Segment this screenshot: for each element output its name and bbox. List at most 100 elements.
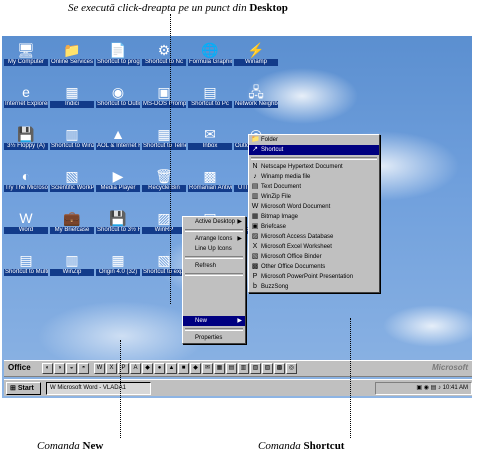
desktop-icon[interactable]: ▥Shortcut to Winzip	[50, 124, 94, 164]
desktop-icon[interactable]: ▣ MS-DOS Prompt	[142, 82, 186, 122]
tray-icons[interactable]: ▣ ◉ ▤ ♪	[416, 385, 442, 391]
office-bar-button-icon[interactable]: ▲	[166, 363, 177, 374]
desktop-icon[interactable]: ▧Shortcut to explorer	[142, 250, 186, 290]
submenu-item[interactable]: 📁 Folder	[249, 135, 379, 145]
taskbar-item-word[interactable]: W Microsoft Word - VLADA1	[46, 382, 151, 395]
desktop-icon[interactable]: e Internet Explorer	[4, 82, 48, 122]
menu-item-active-desktop[interactable]: Active Desktop ▶	[183, 217, 245, 227]
menu-item-line-up-icons[interactable]: Line Up Icons	[183, 244, 245, 254]
submenu-item[interactable]: P Microsoft PowerPoint Presentation	[249, 272, 379, 282]
menu-item-label: Active Desktop	[195, 219, 236, 225]
submenu-item-label: Microsoft PowerPoint Presentation	[261, 274, 354, 280]
menu-separator	[185, 256, 243, 259]
desktop-icon[interactable]: ▩Romanian Antivirus	[188, 166, 232, 206]
menu-item-arrange-icons[interactable]: Arrange Icons ▶	[183, 234, 245, 244]
office-bar-button-icon[interactable]: ◆	[142, 363, 153, 374]
office-bar-button-icon[interactable]: ▥	[238, 363, 249, 374]
desktop-icon-label: 3½ Floppy (A)	[4, 143, 48, 150]
submenu-item[interactable]: b BuzzSong	[249, 282, 379, 292]
desktop-icon-glyph-icon: ▥	[65, 126, 79, 142]
submenu-item[interactable]: ▥ WinZip File	[249, 192, 379, 202]
desktop-icon[interactable]: ▧Scientific WorkPlace 2.5	[50, 166, 94, 206]
desktop-icon[interactable]: ▦ Indici	[50, 82, 94, 122]
submenu-item-icon: ▩	[251, 263, 259, 270]
office-bar-button-icon[interactable]: ▧	[250, 363, 261, 374]
submenu-item-label: Text Document	[261, 184, 302, 190]
desktop-icon-label: Online Services	[50, 59, 94, 66]
desktop-icon[interactable]: ⚙ Shortcut to Nc	[142, 40, 186, 80]
office-bar-button-icon[interactable]: ▤	[226, 363, 237, 374]
submenu-item[interactable]: X Microsoft Excel Worksheet	[249, 242, 379, 252]
submenu-item[interactable]: ♪ Winamp media file	[249, 172, 379, 182]
office-bar-button-icon[interactable]: ◓	[78, 363, 89, 374]
submenu-item-icon: ▦	[251, 213, 259, 220]
clock[interactable]: 10:41 AM	[443, 385, 468, 391]
submenu-item[interactable]: ▩ Other Office Documents	[249, 262, 379, 272]
submenu-item[interactable]: ▣ Briefcase	[249, 222, 379, 232]
desktop-icon[interactable]: ✉ Inbox	[188, 124, 232, 164]
desktop-icon[interactable]: 💾Shortcut to 3½ Floppy (A)	[96, 208, 140, 248]
submenu-item[interactable]: ↗ Shortcut	[249, 145, 379, 155]
desktop-icon[interactable]: 🗑 Recycle Bin	[142, 166, 186, 206]
desktop-icon-label: Shortcut to 3½ Floppy (A)	[96, 227, 140, 234]
desktop-icon-glyph-icon: 📁	[63, 42, 81, 58]
office-bar-button-icon[interactable]: X	[106, 363, 117, 374]
office-bar-button-icon[interactable]: ◑	[54, 363, 65, 374]
office-bar-button-icon[interactable]: ◒	[66, 363, 77, 374]
desktop-icon[interactable]: ▦ Origin 4.0 (32)	[96, 250, 140, 290]
office-logo[interactable]: Office	[8, 363, 31, 372]
desktop-icon[interactable]: ▥ WinZip	[50, 250, 94, 290]
office-bar-button-icon[interactable]: ▨	[262, 363, 273, 374]
menu-separator	[185, 229, 243, 232]
submenu-item[interactable]: ▧ Microsoft Office Binder	[249, 252, 379, 262]
submenu-item[interactable]: N Netscape Hypertext Document	[249, 162, 379, 172]
desktop-icon-label: My Briefcase	[50, 227, 94, 234]
desktop-icon[interactable]: ⚡ Winamp	[234, 40, 278, 80]
office-bar-button-icon[interactable]: A	[130, 363, 141, 374]
desktop[interactable]: 🖥 My Computer 📁 Online Services 📄 Shortcut to…	[2, 36, 472, 398]
desktop-icon[interactable]: ▦ Shortcut to Telnet	[142, 124, 186, 164]
desktop-icon-label: Shortcut to Multikey	[4, 269, 48, 276]
submenu-item[interactable]: ▦ Bitmap Image	[249, 212, 379, 222]
office-bar-button-icon[interactable]: W	[94, 363, 105, 374]
caption-top: Se execută click-dreapta pe un punct din…	[68, 2, 288, 14]
start-button[interactable]: ⊞ Start	[6, 382, 41, 395]
menu-item-new[interactable]: New ▶	[183, 316, 245, 326]
office-bar-button-icon[interactable]: ◆	[190, 363, 201, 374]
office-bar-button-icon[interactable]: ▩	[274, 363, 285, 374]
desktop-icon-glyph-icon: ▶	[112, 168, 124, 184]
desktop-icon[interactable]: ◉Shortcut to Outlook	[96, 82, 140, 122]
submenu-item[interactable]: ▤ Text Document	[249, 182, 379, 192]
submenu-item-icon: ▣	[251, 223, 259, 230]
submenu-item[interactable]: W Microsoft Word Document	[249, 202, 379, 212]
desktop-icon[interactable]: 🌐 Formula Graphics	[188, 40, 232, 80]
office-bar-button-icon[interactable]: ◎	[286, 363, 297, 374]
desktop-icon[interactable]: 📁 Online Services	[50, 40, 94, 80]
desktop-icon-glyph-icon: ▦	[65, 84, 79, 100]
office-bar-button-icon[interactable]: ✉	[202, 363, 213, 374]
desktop-icon-glyph-icon: e	[22, 84, 30, 100]
desktop-icon[interactable]: ▶ Media Player	[96, 166, 140, 206]
submenu-arrow-icon: ▶	[237, 219, 242, 225]
desktop-icon-label: Shortcut to Nc	[142, 59, 186, 66]
office-bar-button-icon[interactable]: ▦	[214, 363, 225, 374]
office-bar-button-icon[interactable]: ◐	[42, 363, 53, 374]
desktop-icon[interactable]: 🖧Network Neighborhood	[234, 82, 278, 122]
menu-item-properties[interactable]: Properties	[183, 333, 245, 343]
desktop-icon[interactable]: ▤Shortcut to Multikey	[4, 250, 48, 290]
menu-item-refresh[interactable]: Refresh	[183, 261, 245, 271]
desktop-icon[interactable]: 💼 My Briefcase	[50, 208, 94, 248]
desktop-icon[interactable]: 📄Shortcut to programs	[96, 40, 140, 80]
desktop-icon-glyph-icon: 📄	[109, 42, 127, 58]
desktop-icon[interactable]: ▤ Shortcut to Pc	[188, 82, 232, 122]
desktop-icon[interactable]: W Word	[4, 208, 48, 248]
word-icon: W	[50, 385, 56, 391]
submenu-item[interactable]: ▨ Microsoft Access Database	[249, 232, 379, 242]
desktop-icon[interactable]: ▲AOL & Internet FREE Trial	[96, 124, 140, 164]
office-bar-button-icon[interactable]: ■	[178, 363, 189, 374]
office-bar-button-icon[interactable]: ●	[154, 363, 165, 374]
desktop-icon[interactable]: 💾 3½ Floppy (A)	[4, 124, 48, 164]
desktop-icon[interactable]: ◐ Try The Microsoft	[4, 166, 48, 206]
desktop-icon[interactable]: ▨ WinRP	[142, 208, 186, 248]
desktop-icon[interactable]: 🖥 My Computer	[4, 40, 48, 80]
